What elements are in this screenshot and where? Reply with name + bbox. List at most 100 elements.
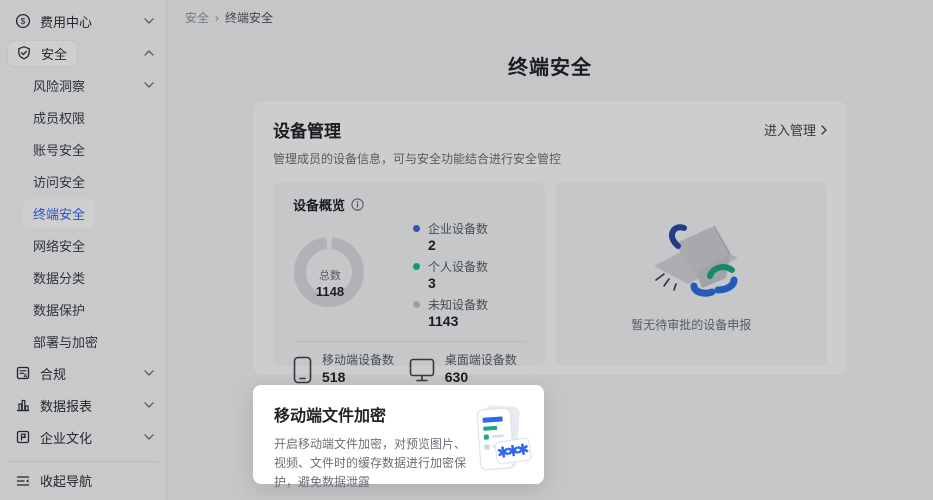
device-overview-card: 设备概览 总数 1148 [273, 182, 545, 366]
sidebar-item-compliance[interactable]: A 合规 [0, 357, 166, 389]
device-card-header: 设备管理 进入管理 [273, 117, 827, 142]
mobile-devices-stat: 移动端设备数 518 [293, 353, 409, 386]
legend-label: 未知设备数 [428, 296, 488, 313]
legend-value: 3 [413, 275, 488, 292]
sidebar-item-label: 网络安全 [33, 236, 85, 255]
bar-chart-icon [14, 397, 31, 414]
device-donut-chart: 总数 1148 [293, 236, 367, 334]
empty-state-illustration [626, 214, 756, 306]
sidebar-item-cost-center[interactable]: $ 费用中心 [0, 5, 166, 37]
mobile-file-encryption-card[interactable]: 移动端文件加密 开启移动端文件加密，对预览图片、视频、文件时的缓存数据进行加密保… [253, 385, 544, 484]
highlight-card-description: 开启移动端文件加密，对预览图片、视频、文件时的缓存数据进行加密保护，避免数据泄露 [274, 435, 470, 492]
sidebar-item-label: 费用中心 [40, 12, 92, 31]
legend-item-unknown: 未知设备数 1143 [413, 296, 488, 330]
legend-value: 1143 [413, 313, 488, 330]
sidebar-item-network-security[interactable]: 网络安全 [0, 229, 166, 261]
collapse-nav-icon [14, 472, 31, 489]
device-card-body: 设备概览 总数 1148 [273, 182, 827, 366]
sidebar-item-risk-insight[interactable]: 风险洞察 [0, 69, 166, 101]
desktop-icon [409, 358, 435, 382]
sidebar-item-label: 账号安全 [33, 140, 85, 159]
culture-icon [14, 429, 31, 446]
sidebar-item-label: 安全 [41, 44, 67, 63]
sidebar-item-data-protection[interactable]: 数据保护 [0, 293, 166, 325]
sidebar-nav: $ 费用中心 安全 风险洞察 [0, 5, 166, 453]
enter-management-label: 进入管理 [764, 120, 816, 139]
sidebar-item-corporate-culture[interactable]: 企业文化 [0, 421, 166, 453]
approval-empty-card: 暂无待审批的设备申报 [556, 182, 828, 366]
chevron-down-icon [144, 82, 154, 88]
stat-label: 移动端设备数 [322, 353, 394, 368]
sidebar-item-label: 成员权限 [33, 108, 85, 127]
overview-header: 设备概览 [293, 195, 525, 214]
sidebar-item-deploy-encryption[interactable]: 部署与加密 [0, 325, 166, 357]
sidebar-item-security[interactable]: 安全 [0, 37, 166, 69]
sidebar-item-data-classification[interactable]: 数据分类 [0, 261, 166, 293]
sidebar-item-member-permissions[interactable]: 成员权限 [0, 101, 166, 133]
sidebar-item-label: 部署与加密 [33, 332, 98, 351]
breadcrumb-parent[interactable]: 安全 [185, 9, 209, 26]
legend-item-enterprise: 企业设备数 2 [413, 220, 488, 254]
overview-title: 设备概览 [293, 195, 345, 214]
sidebar-item-label: 数据保护 [33, 300, 85, 319]
sidebar-item-label: 数据报表 [40, 396, 92, 415]
sidebar-item-access-security[interactable]: 访问安全 [0, 165, 166, 197]
donut-total-value: 1148 [316, 284, 344, 300]
device-management-card: 设备管理 进入管理 管理成员的设备信息，可与安全功能结合进行安全管控 设备概览 [253, 101, 847, 375]
desktop-devices-stat: 桌面端设备数 630 [409, 353, 525, 386]
sidebar-item-label: 企业文化 [40, 428, 92, 447]
page-title: 终端安全 [167, 51, 933, 80]
legend-label: 企业设备数 [428, 220, 488, 237]
phone-encryption-illustration [470, 400, 532, 484]
legend-value: 2 [413, 237, 488, 254]
stat-label: 桌面端设备数 [445, 353, 517, 368]
approval-empty-text: 暂无待审批的设备申报 [631, 316, 751, 333]
chevron-down-icon [144, 434, 154, 440]
enter-management-link[interactable]: 进入管理 [764, 120, 827, 139]
stat-value: 630 [445, 368, 517, 386]
stat-value: 518 [322, 368, 394, 386]
collapse-nav-button[interactable]: 收起导航 [0, 470, 166, 500]
sidebar-item-label: 风险洞察 [33, 76, 85, 95]
legend-dot-teal [413, 263, 420, 270]
legend-item-personal: 个人设备数 3 [413, 258, 488, 292]
sidebar-item-label: 访问安全 [33, 172, 85, 191]
info-icon[interactable] [351, 198, 364, 211]
sidebar-item-label: 终端安全 [23, 199, 95, 228]
legend-label: 个人设备数 [428, 258, 488, 275]
donut-center-label: 总数 [319, 270, 341, 284]
chevron-down-icon [144, 402, 154, 408]
chevron-down-icon [144, 18, 154, 24]
svg-text:A: A [23, 374, 27, 380]
main-content: 安全 › 终端安全 终端安全 设备管理 进入管理 管理成员的设备信息，可与安全功… [167, 0, 933, 500]
breadcrumb-separator-icon: › [215, 11, 219, 25]
donut-center: 总数 1148 [293, 236, 367, 334]
app-root: $ 费用中心 安全 风险洞察 [0, 0, 933, 500]
sidebar-item-account-security[interactable]: 账号安全 [0, 133, 166, 165]
device-card-subtitle: 管理成员的设备信息，可与安全功能结合进行安全管控 [273, 150, 827, 167]
sidebar-item-label: 数据分类 [33, 268, 85, 287]
chevron-up-icon [144, 50, 154, 56]
breadcrumb-current: 终端安全 [225, 9, 273, 26]
sidebar-divider [8, 461, 158, 462]
sidebar-item-data-reports[interactable]: 数据报表 [0, 389, 166, 421]
chevron-down-icon [144, 370, 154, 376]
highlight-card-title: 移动端文件加密 [274, 402, 470, 426]
compliance-doc-icon: A [14, 365, 31, 382]
dollar-circle-icon: $ [14, 13, 31, 30]
sidebar: $ 费用中心 安全 风险洞察 [0, 0, 167, 500]
svg-text:$: $ [20, 16, 25, 26]
shield-check-icon [15, 45, 32, 62]
collapse-nav-label: 收起导航 [40, 471, 92, 490]
sidebar-item-terminal-security[interactable]: 终端安全 [0, 197, 166, 229]
overview-chart-row: 总数 1148 企业设备数 2 [293, 218, 525, 334]
overview-divider [293, 341, 525, 342]
legend-dot-blue [413, 225, 420, 232]
chevron-right-icon [821, 125, 827, 135]
overview-stats-row: 移动端设备数 518 桌面端设备数 630 [293, 353, 525, 386]
highlight-card-text: 移动端文件加密 开启移动端文件加密，对预览图片、视频、文件时的缓存数据进行加密保… [274, 402, 470, 484]
legend-dot-gray [413, 301, 420, 308]
mobile-icon [293, 356, 312, 384]
device-card-title: 设备管理 [273, 117, 341, 142]
active-group-pill: 安全 [8, 41, 77, 66]
